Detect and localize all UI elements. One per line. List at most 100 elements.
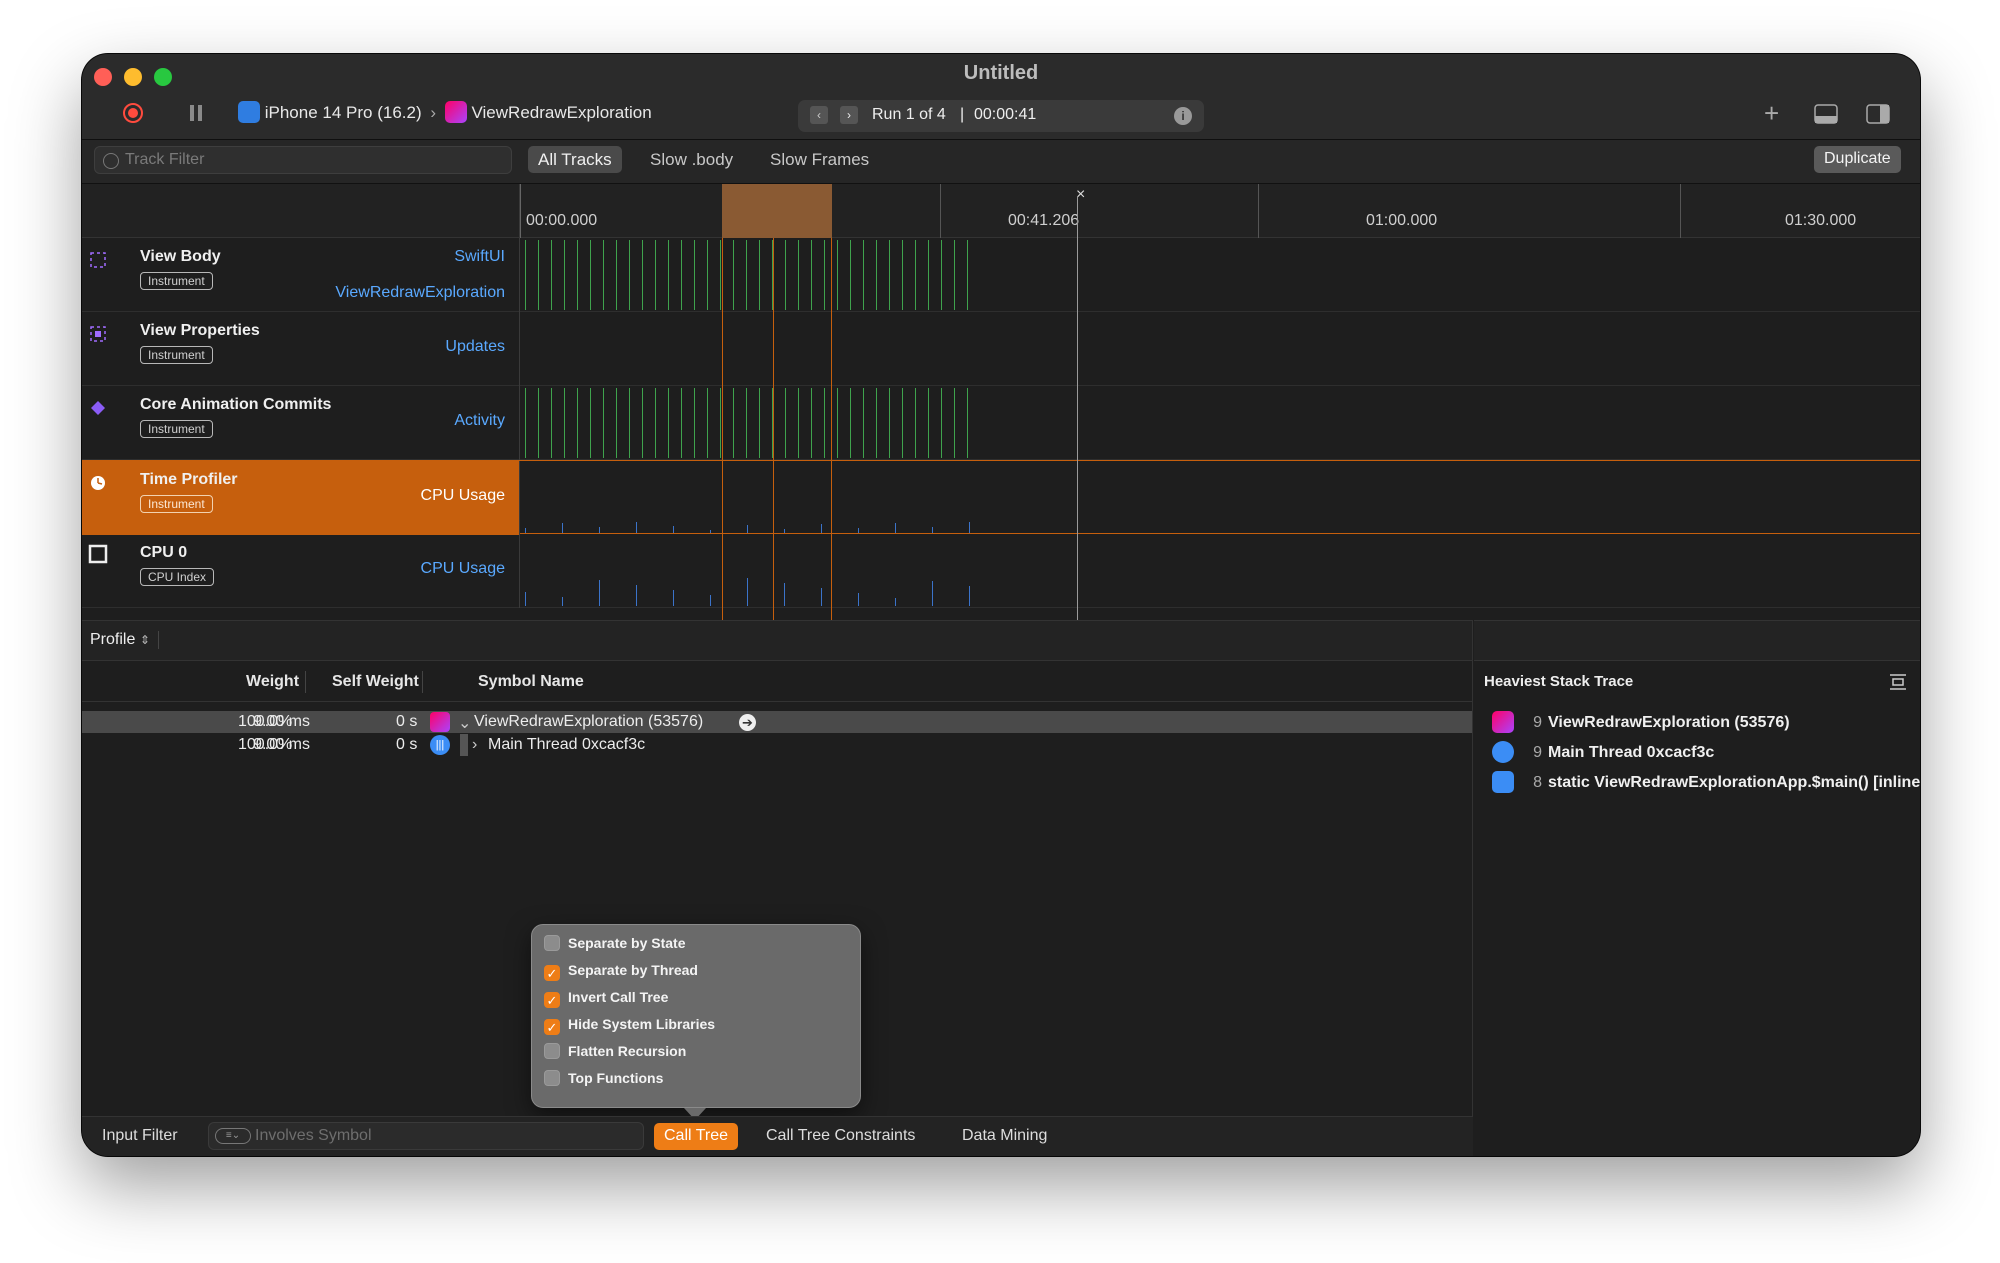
column-self-weight[interactable]: Self Weight bbox=[332, 673, 419, 691]
option-top-functions[interactable]: Top Functions bbox=[544, 1070, 663, 1092]
track-detail-link[interactable]: Updates bbox=[445, 338, 505, 356]
option-separate-by-state[interactable]: Separate by State bbox=[544, 935, 686, 957]
tab-slow-body[interactable]: Slow .body bbox=[640, 146, 743, 173]
next-run-button[interactable]: › bbox=[840, 106, 858, 124]
call-tree-options-popover: Separate by State ✓ Separate by Thread ✓ I… bbox=[531, 924, 861, 1120]
track-detail-link[interactable]: CPU Usage bbox=[421, 487, 505, 505]
event-mark bbox=[564, 388, 565, 458]
detail-header: Profile ⇕ bbox=[82, 621, 1472, 661]
playhead-line[interactable] bbox=[1077, 196, 1078, 620]
event-mark bbox=[902, 240, 903, 310]
track-filter-input[interactable]: Track Filter bbox=[94, 146, 512, 174]
event-mark bbox=[525, 528, 526, 533]
track-detail-link[interactable]: ViewRedrawExploration bbox=[335, 284, 505, 302]
track-view-properties[interactable]: View Properties Instrument Updates bbox=[82, 312, 1920, 386]
track-header-selected: Time Profiler Instrument CPU Usage bbox=[82, 461, 520, 535]
event-mark bbox=[562, 597, 563, 606]
event-mark bbox=[590, 388, 591, 458]
event-mark bbox=[941, 388, 942, 458]
filter-options-icon[interactable]: ≡⌄ bbox=[215, 1128, 251, 1144]
toggle-detail-button[interactable] bbox=[1814, 104, 1838, 129]
profile-selector[interactable]: Profile ⇕ bbox=[90, 631, 159, 649]
add-instrument-button[interactable]: + bbox=[1764, 98, 1779, 129]
event-mark bbox=[681, 388, 682, 458]
duplicate-button[interactable]: Duplicate bbox=[1814, 146, 1901, 173]
run-label: Run 1 of 4 bbox=[872, 106, 946, 123]
indent-bar bbox=[460, 734, 468, 756]
event-mark bbox=[599, 580, 600, 606]
chevron-down-icon[interactable]: ⌄ bbox=[458, 713, 471, 733]
event-mark bbox=[876, 388, 877, 458]
checkbox[interactable]: ✓ bbox=[544, 965, 560, 981]
track-detail-link[interactable]: Activity bbox=[454, 412, 505, 430]
track-detail-link[interactable]: CPU Usage bbox=[421, 560, 505, 578]
call-tree-constraints-button[interactable]: Call Tree Constraints bbox=[766, 1127, 915, 1145]
frame-label: static ViewRedrawExplorationApp.$main() … bbox=[1548, 774, 1920, 791]
stack-frame[interactable]: 8 static ViewRedrawExplorationApp.$main()… bbox=[1492, 771, 1920, 797]
track-view-body[interactable]: View Body Instrument SwiftUI ViewRedrawE… bbox=[82, 238, 1920, 312]
event-mark bbox=[932, 527, 933, 533]
ruler-tick bbox=[1680, 184, 1681, 238]
track-lane bbox=[521, 386, 1920, 460]
event-mark bbox=[863, 388, 864, 458]
track-area: 00:00.000 00:41.206 01:00.000 01:30.000 … bbox=[82, 184, 1920, 620]
track-time-profiler[interactable]: Time Profiler Instrument CPU Usage bbox=[82, 460, 1920, 535]
selection-range[interactable] bbox=[722, 184, 832, 238]
xcode-device-icon bbox=[238, 101, 260, 123]
checkbox[interactable] bbox=[544, 1070, 560, 1086]
event-mark bbox=[821, 524, 822, 533]
track-cpu-0[interactable]: CPU 0 CPU Index CPU Usage bbox=[82, 534, 1920, 608]
call-tree-row[interactable]: 9.00 ms 100.0% 0 s ||| › Main Thread 0xc… bbox=[82, 734, 1472, 756]
option-separate-by-thread[interactable]: ✓ Separate by Thread bbox=[544, 962, 698, 984]
column-symbol-name[interactable]: Symbol Name bbox=[478, 673, 584, 691]
pause-button[interactable] bbox=[186, 102, 206, 129]
info-icon[interactable]: i bbox=[1174, 107, 1192, 125]
toggle-inspector-button[interactable] bbox=[1866, 104, 1890, 129]
event-mark bbox=[577, 240, 578, 310]
chevron-right-icon[interactable]: › bbox=[472, 736, 477, 754]
stack-frame[interactable]: 9 Main Thread 0xcacf3c bbox=[1492, 741, 1714, 767]
option-hide-system-libraries[interactable]: ✓ Hide System Libraries bbox=[544, 1016, 715, 1038]
ruler-label: 01:00.000 bbox=[1366, 212, 1438, 229]
event-mark bbox=[747, 578, 748, 606]
event-mark bbox=[784, 583, 785, 606]
call-tree-row-selected[interactable]: 9.00 ms 100.0% 0 s ⌄ ViewRedrawExplorati… bbox=[82, 711, 1472, 733]
data-mining-button[interactable]: Data Mining bbox=[962, 1127, 1047, 1145]
event-mark bbox=[655, 240, 656, 310]
expand-stack-icon[interactable] bbox=[1888, 673, 1908, 691]
checkbox[interactable]: ✓ bbox=[544, 992, 560, 1008]
event-mark bbox=[525, 592, 526, 606]
involves-symbol-input[interactable]: ≡⌄ Involves Symbol bbox=[208, 1122, 644, 1150]
record-button[interactable] bbox=[122, 102, 144, 129]
track-detail-link[interactable]: SwiftUI bbox=[454, 248, 505, 266]
event-mark bbox=[616, 240, 617, 310]
column-weight[interactable]: Weight bbox=[246, 673, 299, 691]
target-label: ViewRedrawExploration bbox=[471, 103, 652, 122]
event-mark bbox=[668, 240, 669, 310]
checkbox[interactable] bbox=[544, 935, 560, 951]
ruler-header-spacer bbox=[82, 184, 520, 238]
core-animation-icon bbox=[91, 401, 105, 415]
event-mark bbox=[932, 581, 933, 606]
stack-frame[interactable]: 9 ViewRedrawExploration (53576) bbox=[1492, 711, 1790, 737]
event-mark bbox=[616, 388, 617, 458]
tab-all-tracks[interactable]: All Tracks bbox=[528, 146, 622, 173]
event-mark bbox=[642, 388, 643, 458]
track-badge: Instrument bbox=[140, 346, 213, 364]
checkbox[interactable] bbox=[544, 1043, 560, 1059]
checkbox[interactable]: ✓ bbox=[544, 1019, 560, 1035]
call-tree-button[interactable]: Call Tree bbox=[654, 1123, 739, 1150]
option-invert-call-tree[interactable]: ✓ Invert Call Tree bbox=[544, 989, 668, 1011]
timeline-ruler[interactable]: 00:00.000 00:41.206 01:00.000 01:30.000 … bbox=[520, 184, 1920, 238]
event-mark bbox=[798, 240, 799, 310]
heaviest-stack-trace-panel: Heaviest Stack Trace 9 ViewRedrawExplorat… bbox=[1474, 620, 1920, 1156]
previous-run-button[interactable]: ‹ bbox=[810, 106, 828, 124]
event-mark bbox=[824, 388, 825, 458]
frame-count: 9 bbox=[1533, 714, 1542, 731]
track-core-animation[interactable]: Core Animation Commits Instrument Activi… bbox=[82, 386, 1920, 460]
tab-slow-frames[interactable]: Slow Frames bbox=[760, 146, 879, 173]
option-flatten-recursion[interactable]: Flatten Recursion bbox=[544, 1043, 686, 1065]
focus-arrow-icon[interactable]: ➔ bbox=[739, 714, 756, 731]
event-mark bbox=[747, 525, 748, 533]
device-selector[interactable]: iPhone 14 Pro (16.2) › ViewRedrawExplora… bbox=[238, 101, 652, 123]
